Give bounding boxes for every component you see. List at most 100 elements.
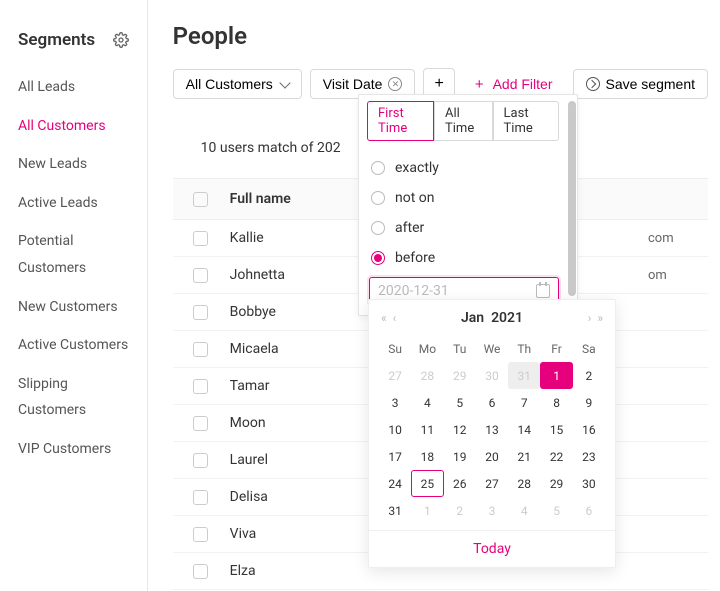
calendar-day[interactable]: 4 <box>411 389 443 416</box>
calendar-day[interactable]: 22 <box>540 443 572 470</box>
tab-all-time[interactable]: All Time <box>434 101 493 141</box>
next-month-icon[interactable]: › <box>588 311 592 325</box>
row-checkbox[interactable] <box>193 564 208 579</box>
calendar-day[interactable]: 27 <box>476 470 508 497</box>
calendar-day[interactable]: 4 <box>508 497 540 524</box>
calendar-day[interactable]: 6 <box>573 497 605 524</box>
calendar-day[interactable]: 9 <box>573 389 605 416</box>
add-filter-label: Add Filter <box>493 76 553 92</box>
calendar-day[interactable]: 20 <box>476 443 508 470</box>
calendar-day[interactable]: 5 <box>540 497 572 524</box>
calendar-day[interactable]: 19 <box>444 443 476 470</box>
calendar-day[interactable]: 15 <box>540 416 572 443</box>
calendar-day[interactable]: 12 <box>444 416 476 443</box>
prev-month-icon[interactable]: ‹ <box>393 311 397 325</box>
row-checkbox[interactable] <box>193 416 208 431</box>
dow-label: Sa <box>573 336 605 362</box>
sidebar-item-all-customers[interactable]: All Customers <box>0 107 147 146</box>
time-tabs: First TimeAll TimeLast Time <box>367 101 559 141</box>
next-year-icon[interactable]: » <box>597 311 603 325</box>
today-link[interactable]: Today <box>369 530 615 567</box>
option-not-on[interactable]: not on <box>371 183 565 213</box>
row-checkbox[interactable] <box>193 342 208 357</box>
calendar-day[interactable]: 14 <box>508 416 540 443</box>
radio-icon <box>371 191 385 205</box>
sidebar-item-active-customers[interactable]: Active Customers <box>0 326 147 365</box>
calendar-day[interactable]: 18 <box>411 443 443 470</box>
visit-date-label: Visit Date <box>323 76 383 92</box>
calendar-day[interactable]: 31 <box>508 362 540 389</box>
segment-chip[interactable]: All Customers <box>173 69 302 99</box>
calendar-day[interactable]: 7 <box>508 389 540 416</box>
prev-year-icon[interactable]: « <box>381 311 387 325</box>
calendar-day[interactable]: 29 <box>540 470 572 497</box>
date-picker: « ‹ Jan 2021 › » SuMoTuWeThFrSa272829303… <box>368 299 616 568</box>
calendar-day[interactable]: 8 <box>540 389 572 416</box>
calendar-title[interactable]: Jan 2021 <box>461 310 523 326</box>
gear-icon[interactable] <box>113 32 129 48</box>
calendar-day[interactable]: 3 <box>379 389 411 416</box>
option-label: not on <box>395 190 434 206</box>
select-all-checkbox[interactable] <box>193 192 208 207</box>
date-placeholder: 2020-12-31 <box>378 283 449 299</box>
calendar-day[interactable]: 30 <box>476 362 508 389</box>
calendar-day[interactable]: 1 <box>411 497 443 524</box>
save-segment-button[interactable]: Save segment <box>573 69 709 99</box>
dow-label: Su <box>379 336 411 362</box>
tab-first-time[interactable]: First Time <box>367 101 434 141</box>
row-checkbox[interactable] <box>193 453 208 468</box>
calendar-day[interactable]: 24 <box>379 470 411 497</box>
tab-last-time[interactable]: Last Time <box>493 101 559 141</box>
row-checkbox[interactable] <box>193 379 208 394</box>
calendar-day[interactable]: 21 <box>508 443 540 470</box>
calendar-day[interactable]: 26 <box>444 470 476 497</box>
calendar-day[interactable]: 27 <box>379 362 411 389</box>
option-label: before <box>395 250 435 266</box>
option-after[interactable]: after <box>371 213 565 243</box>
calendar-day[interactable]: 28 <box>411 362 443 389</box>
calendar-day[interactable]: 31 <box>379 497 411 524</box>
sidebar-item-all-leads[interactable]: All Leads <box>0 68 147 107</box>
calendar-day[interactable]: 16 <box>573 416 605 443</box>
row-checkbox[interactable] <box>193 305 208 320</box>
cell-email-frag: com <box>648 231 708 246</box>
calendar-day[interactable]: 5 <box>444 389 476 416</box>
sidebar-item-new-leads[interactable]: New Leads <box>0 145 147 184</box>
calendar-day[interactable]: 30 <box>573 470 605 497</box>
option-before[interactable]: before <box>371 243 565 273</box>
row-checkbox[interactable] <box>193 268 208 283</box>
sidebar-item-slipping-customers[interactable]: Slipping Customers <box>0 365 147 430</box>
sidebar-item-vip-customers[interactable]: VIP Customers <box>0 430 147 469</box>
calendar-day[interactable]: 28 <box>508 470 540 497</box>
close-icon[interactable]: ✕ <box>388 77 402 91</box>
dow-label: Th <box>508 336 540 362</box>
row-checkbox[interactable] <box>193 490 208 505</box>
sidebar-item-new-customers[interactable]: New Customers <box>0 288 147 327</box>
calendar-day[interactable]: 10 <box>379 416 411 443</box>
calendar-day[interactable]: 29 <box>444 362 476 389</box>
option-exactly[interactable]: exactly <box>371 153 565 183</box>
calendar-day[interactable]: 2 <box>444 497 476 524</box>
sidebar: Segments All LeadsAll CustomersNew Leads… <box>0 0 148 591</box>
radio-icon <box>371 161 385 175</box>
calendar-day[interactable]: 1 <box>540 362 572 389</box>
calendar-day[interactable]: 23 <box>573 443 605 470</box>
calendar-day[interactable]: 2 <box>573 362 605 389</box>
row-checkbox[interactable] <box>193 231 208 246</box>
calendar-day[interactable]: 11 <box>411 416 443 443</box>
history-icon <box>586 77 600 91</box>
calendar-day[interactable]: 6 <box>476 389 508 416</box>
dow-label: We <box>476 336 508 362</box>
calendar-day[interactable]: 3 <box>476 497 508 524</box>
sidebar-item-potential-customers[interactable]: Potential Customers <box>0 222 147 287</box>
plus-icon: + <box>475 76 484 93</box>
save-segment-label: Save segment <box>606 76 696 92</box>
scrollbar-thumb[interactable] <box>568 101 576 296</box>
sidebar-item-active-leads[interactable]: Active Leads <box>0 184 147 223</box>
row-checkbox[interactable] <box>193 527 208 542</box>
calendar-day[interactable]: 25 <box>411 470 443 497</box>
calendar-day[interactable]: 17 <box>379 443 411 470</box>
chevron-down-icon <box>279 77 290 88</box>
calendar-day[interactable]: 13 <box>476 416 508 443</box>
option-label: exactly <box>395 160 439 176</box>
